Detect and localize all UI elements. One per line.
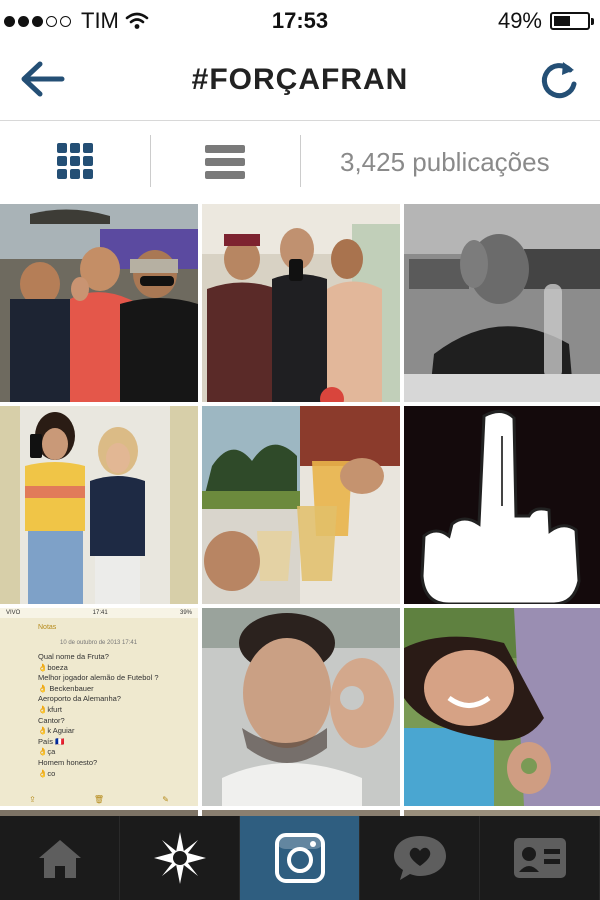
tab-news[interactable]: [360, 816, 480, 900]
battery-percent: 49%: [497, 8, 542, 33]
post-count: 3,425 publicações: [340, 147, 550, 177]
tab-profile[interactable]: [480, 816, 600, 900]
page-title: #FORÇAFRAN: [191, 63, 409, 96]
compose-icon: ✎: [162, 794, 169, 804]
profile-card-icon: [513, 838, 566, 878]
notes-line: 👌 Beckenbauer: [38, 683, 94, 693]
battery-fill: [554, 16, 570, 26]
tab-explore[interactable]: [120, 816, 240, 900]
refresh-icon[interactable]: [536, 58, 582, 104]
notes-body: Qual nome da Fruta? 👌boeza Melhor jogado…: [38, 652, 159, 779]
notes-back: Notas: [38, 624, 57, 631]
notes-line: Melhor jogador alemão de Futebol ?: [38, 673, 159, 683]
divider: [300, 135, 301, 187]
notes-battery: 39%: [179, 610, 192, 616]
notes-line: País 🇫🇷: [38, 736, 65, 746]
photo-thumbnail[interactable]: [202, 608, 400, 806]
notes-line: 👌co: [38, 768, 56, 778]
notes-line: 👌kfurt: [38, 704, 62, 714]
notes-screenshot-thumbnail[interactable]: VIVO 17:41 39% Notas 10 de outubro de 20…: [0, 608, 198, 806]
tab-home[interactable]: [0, 816, 120, 900]
notes-date: 10 de outubro de 2013 17:41: [60, 640, 138, 646]
notes-line: Cantor?: [38, 715, 65, 725]
explore-star-icon: [153, 832, 206, 884]
notes-line: 👌ça: [38, 747, 56, 757]
notes-line: Qual nome da Fruta?: [38, 652, 109, 661]
notes-line: Aeroporto da Alemanha?: [38, 694, 121, 704]
photo-thumbnail[interactable]: [0, 406, 198, 604]
camera-icon: [274, 833, 325, 883]
heart-bubble-icon: [393, 836, 446, 880]
status-bar: TIM 17:53 49%: [0, 0, 600, 40]
battery-icon: [550, 12, 594, 30]
photo-thumbnail[interactable]: [404, 608, 600, 806]
notes-toolbar: ⇪ 🗑 ✎: [0, 792, 198, 806]
tab-bar: [0, 816, 600, 900]
share-icon: ⇪: [29, 794, 36, 804]
photo-thumbnail[interactable]: [0, 204, 198, 402]
notes-carrier: VIVO: [6, 610, 21, 616]
photo-thumbnail[interactable]: [404, 204, 600, 402]
notes-line: 👌boeza: [38, 662, 68, 672]
notes-line: 👌k Aguiar: [38, 726, 75, 736]
list-icon[interactable]: [190, 131, 260, 193]
grid-icon[interactable]: [40, 131, 110, 193]
photo-thumbnail[interactable]: [404, 406, 600, 604]
status-right: 49%: [497, 8, 594, 34]
photo-thumbnail[interactable]: [202, 204, 400, 402]
trash-icon: 🗑: [93, 794, 105, 804]
notes-line: Homem honesto?: [38, 757, 98, 767]
home-icon: [38, 840, 81, 878]
tab-camera[interactable]: [240, 816, 360, 900]
photo-grid: VIVO 17:41 39% Notas 10 de outubro de 20…: [0, 204, 600, 816]
divider: [150, 135, 151, 187]
view-toggle-bar: 3,425 publicações: [0, 121, 600, 203]
notes-status-bar: VIVO 17:41 39%: [0, 608, 198, 618]
photo-thumbnail[interactable]: [202, 406, 400, 604]
nav-bar: #FORÇAFRAN: [0, 40, 600, 121]
notes-time: 17:41: [92, 610, 108, 616]
